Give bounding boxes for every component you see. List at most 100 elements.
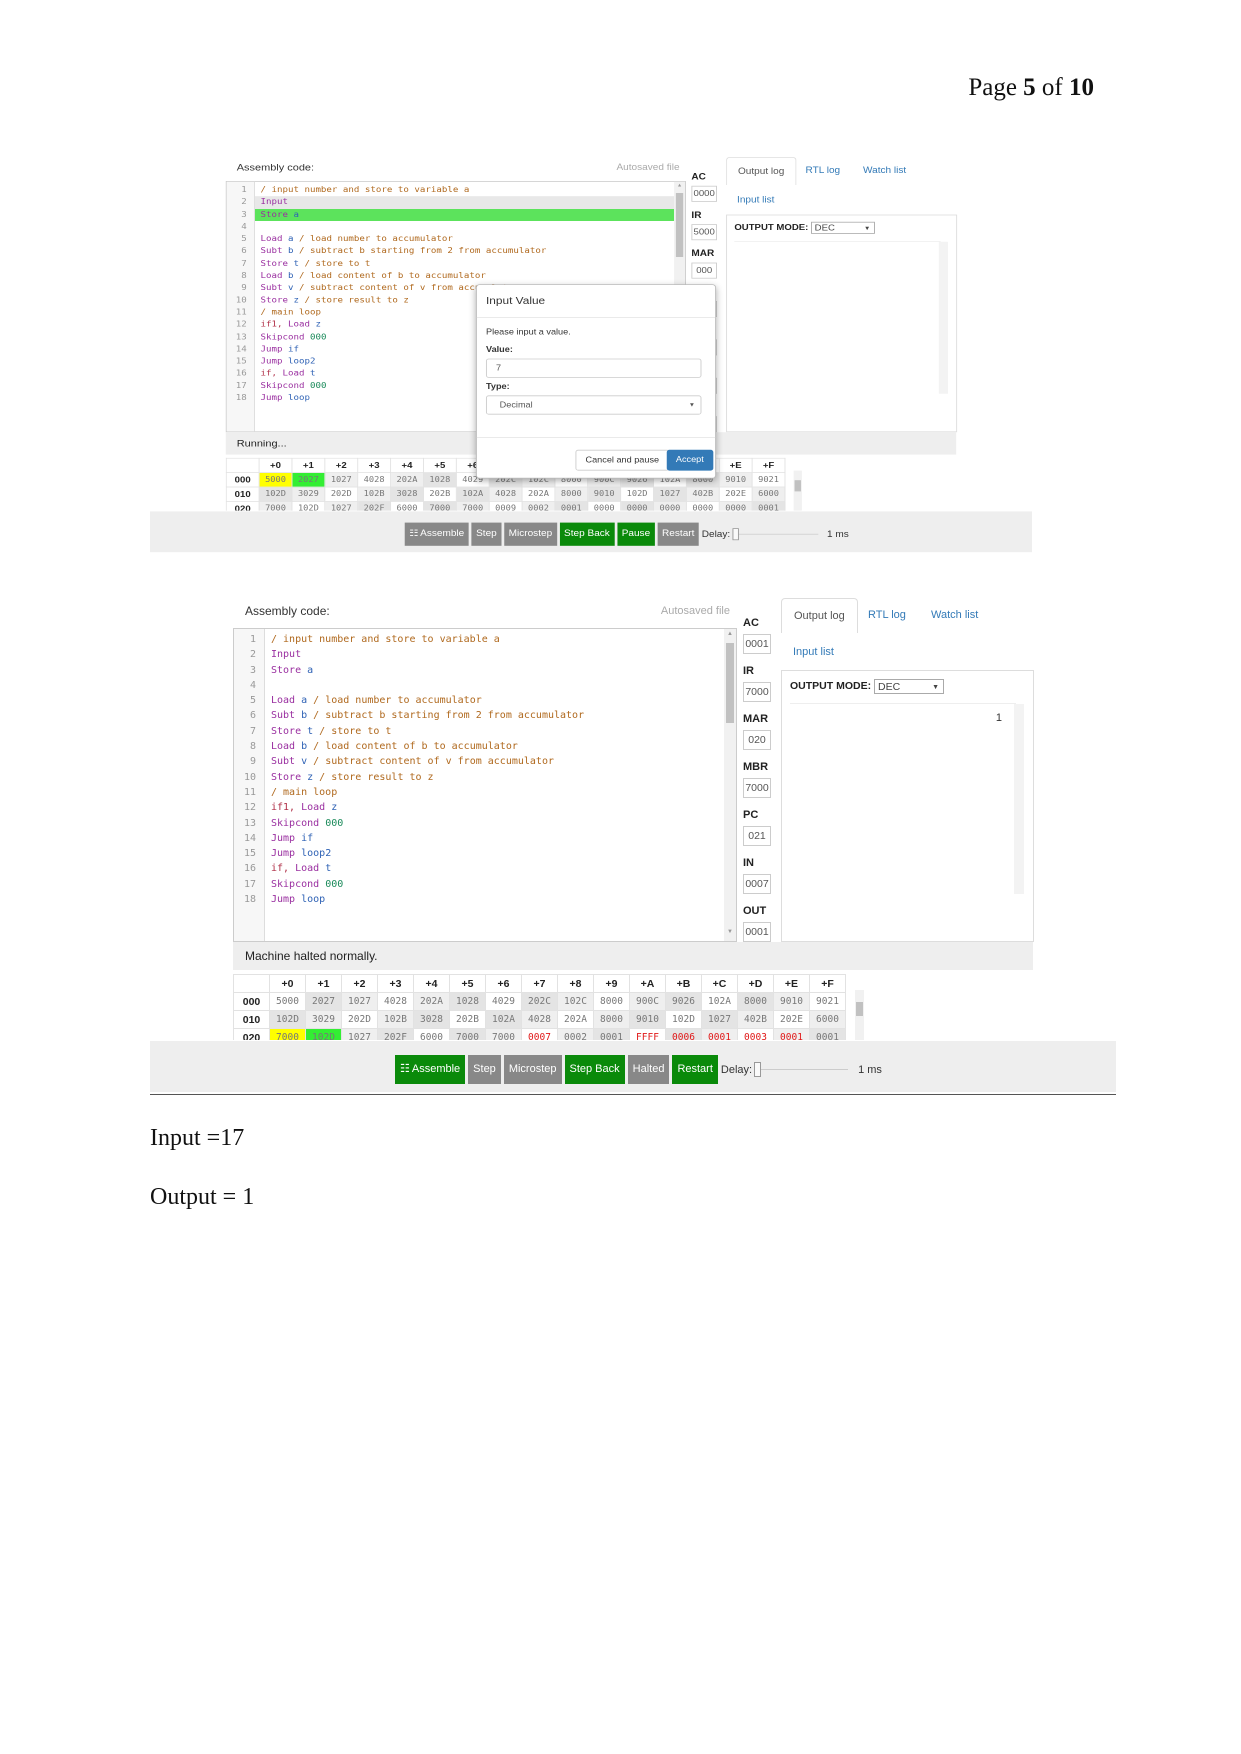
- output-log-scrollbar[interactable]: [1014, 704, 1024, 894]
- memory-cell[interactable]: 7000: [258, 500, 293, 511]
- memory-cell[interactable]: 202B: [422, 486, 457, 502]
- code-line[interactable]: 10 Store z / store result to z: [234, 770, 724, 785]
- memory-cell[interactable]: 8000: [593, 992, 630, 1011]
- memory-cell[interactable]: 2027: [305, 992, 342, 1011]
- memory-cell[interactable]: 102D: [665, 1010, 702, 1029]
- memory-cell[interactable]: 1027: [653, 486, 687, 502]
- memory-cell[interactable]: 9021: [809, 992, 846, 1011]
- memory-cell[interactable]: 202A: [521, 486, 556, 502]
- scroll-down-arrow[interactable]: ▼: [724, 929, 736, 939]
- memory-cell[interactable]: 4028: [377, 992, 414, 1011]
- code-line[interactable]: 15 Jump loop2: [234, 846, 724, 861]
- slider-handle[interactable]: [732, 528, 739, 541]
- memory-cell[interactable]: 102B: [377, 1010, 414, 1029]
- memory-cell[interactable]: 202C: [521, 992, 558, 1011]
- memory-cell[interactable]: 202D: [341, 1010, 378, 1029]
- memory-cell[interactable]: 900C: [629, 992, 666, 1011]
- memory-cell[interactable]: 0009: [488, 500, 523, 511]
- code-line[interactable]: 4: [234, 678, 724, 693]
- memory-cell[interactable]: 3029: [305, 1010, 342, 1029]
- memory-cell[interactable]: 1028: [449, 992, 486, 1011]
- tab-output-log[interactable]: Output log: [781, 598, 858, 633]
- cancel-and-pause-button[interactable]: Cancel and pause: [575, 449, 670, 471]
- memory-cell[interactable]: 9021: [751, 472, 786, 488]
- memory-cell[interactable]: 6000: [413, 1028, 450, 1040]
- code-line[interactable]: 3 Store a: [227, 208, 675, 221]
- memory-cell[interactable]: 9010: [718, 472, 753, 488]
- code-line[interactable]: 1 / input number and store to variable a: [234, 632, 724, 647]
- scroll-up-arrow[interactable]: ▲: [674, 183, 685, 191]
- memory-cell[interactable]: 202D: [324, 486, 359, 502]
- memory-cell[interactable]: 1027: [324, 472, 359, 488]
- memory-cell[interactable]: 7000: [422, 500, 457, 511]
- code-line[interactable]: 16 if, Load t: [234, 861, 724, 876]
- tab-input-list[interactable]: Input list: [781, 635, 846, 669]
- memory-cell[interactable]: 3028: [390, 486, 424, 502]
- memory-cell[interactable]: 4028: [488, 486, 523, 502]
- memory-cell[interactable]: 202E: [718, 486, 753, 502]
- scroll-up-arrow[interactable]: ▲: [724, 631, 736, 641]
- memory-cell[interactable]: 102D: [291, 500, 326, 511]
- editor-scrollbar[interactable]: ▲▼: [724, 629, 736, 941]
- memory-cell[interactable]: 202A: [390, 472, 424, 488]
- memory-cell[interactable]: 102D: [305, 1028, 342, 1040]
- memory-cell[interactable]: 0000: [620, 500, 654, 511]
- code-line[interactable]: 7 Store t / store to t: [234, 724, 724, 739]
- memory-cell[interactable]: 2027: [291, 472, 326, 488]
- code-line[interactable]: 2 Input: [234, 647, 724, 662]
- memory-cell[interactable]: 7000: [449, 1028, 486, 1040]
- memory-cell[interactable]: 8000: [554, 486, 589, 502]
- memory-cell[interactable]: 9010: [629, 1010, 666, 1029]
- step-back-button[interactable]: Step Back: [564, 1055, 625, 1084]
- memory-cell[interactable]: 0000: [587, 500, 622, 511]
- code-line[interactable]: 9 Subt v / subtract content of v from acc…: [234, 754, 724, 769]
- code-line[interactable]: 13 Skipcond 000: [234, 816, 724, 831]
- code-line[interactable]: 2 Input: [227, 196, 675, 209]
- memory-cell[interactable]: 0001: [701, 1028, 738, 1040]
- scrollbar-thumb[interactable]: [726, 643, 734, 723]
- memory-cell[interactable]: 5000: [258, 472, 293, 488]
- memory-cell[interactable]: 1027: [341, 1028, 378, 1040]
- memory-cell[interactable]: 102A: [455, 486, 490, 502]
- memory-cell[interactable]: 102A: [485, 1010, 522, 1029]
- memory-cell[interactable]: 7000: [455, 500, 490, 511]
- slider-handle[interactable]: [754, 1062, 762, 1077]
- memory-cell[interactable]: 9010: [773, 992, 810, 1011]
- scrollbar-thumb[interactable]: [794, 480, 801, 492]
- memory-cell[interactable]: 0003: [737, 1028, 774, 1040]
- tab-watch-list[interactable]: Watch list: [852, 157, 917, 184]
- code-line[interactable]: 8 Load b / load content of b to accumulat…: [227, 270, 674, 282]
- restart-button[interactable]: Restart: [657, 522, 699, 546]
- memory-cell[interactable]: 0000: [653, 500, 687, 511]
- memory-cell[interactable]: 0001: [751, 500, 786, 511]
- memory-cell[interactable]: 202B: [449, 1010, 486, 1029]
- memory-cell[interactable]: 0006: [665, 1028, 702, 1040]
- memory-cell[interactable]: 8000: [737, 992, 774, 1011]
- memory-scrollbar[interactable]: [793, 470, 802, 511]
- delay-slider[interactable]: [754, 1062, 849, 1077]
- assemble-button[interactable]: ☷ Assemble: [395, 1055, 466, 1084]
- tab-rtl-log[interactable]: RTL log: [795, 157, 852, 184]
- memory-cell[interactable]: FFFF: [629, 1028, 666, 1040]
- code-line[interactable]: 5 Load a / load number to accumulator: [227, 233, 674, 245]
- memory-cell[interactable]: 0001: [773, 1028, 810, 1040]
- code-line[interactable]: 8 Load b / load content of b to accumulat…: [234, 739, 724, 754]
- memory-cell[interactable]: 8000: [593, 1010, 630, 1029]
- halted-button[interactable]: Halted: [627, 1055, 670, 1084]
- type-select[interactable]: Decimal ▼: [485, 395, 702, 415]
- value-input[interactable]: 7: [485, 358, 702, 378]
- memory-cell[interactable]: 0000: [685, 500, 720, 511]
- memory-cell[interactable]: 6000: [390, 500, 424, 511]
- memory-cell[interactable]: 9026: [665, 992, 702, 1011]
- memory-cell[interactable]: 0002: [557, 1028, 594, 1040]
- assemble-button[interactable]: ☷ Assemble: [404, 522, 469, 546]
- memory-cell[interactable]: 6000: [809, 1010, 846, 1029]
- output-mode-select[interactable]: DEC ▼: [874, 679, 944, 694]
- code-editor[interactable]: 1 / input number and store to variable a 2…: [233, 628, 737, 942]
- memory-cell[interactable]: 102D: [258, 486, 293, 502]
- code-line[interactable]: 11 / main loop: [234, 785, 724, 800]
- memory-cell[interactable]: 202A: [557, 1010, 594, 1029]
- memory-cell[interactable]: 102D: [269, 1010, 306, 1029]
- code-line[interactable]: 17 Skipcond 000: [234, 877, 724, 892]
- memory-cell[interactable]: 1027: [701, 1010, 738, 1029]
